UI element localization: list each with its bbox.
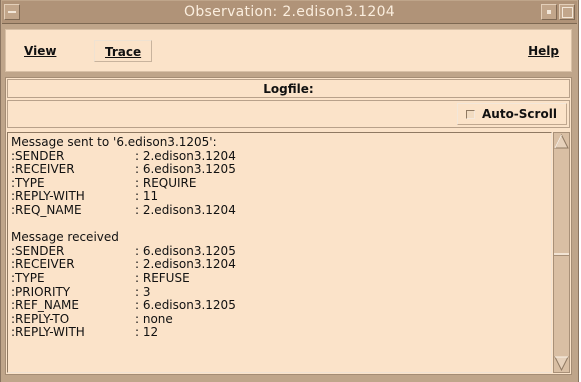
log-field-name: :PRIORITY	[11, 284, 71, 299]
log-field-name: :REPLY-TO	[11, 311, 70, 326]
maximize-icon	[562, 7, 573, 18]
arrow-down-icon[interactable]	[554, 356, 569, 371]
menu-view[interactable]: View	[14, 40, 66, 62]
log-field-value: : 11	[135, 189, 159, 204]
menu-trace-label: Trace	[105, 45, 142, 59]
log-field-name: :SENDER	[11, 148, 65, 163]
log-field-name: :SENDER	[11, 243, 65, 258]
auto-scroll-checkbox[interactable]	[466, 110, 475, 119]
title-bar[interactable]: Observation: 2.edison3.1204	[2, 1, 577, 24]
menu-help-label: Help	[528, 44, 559, 58]
log-field-name: :RECEIVER	[11, 162, 75, 177]
log-field-value: : 6.edison3.1205	[135, 162, 236, 177]
log-field-name: :REPLY-WITH	[11, 189, 85, 204]
maximize-button[interactable]	[559, 4, 575, 20]
log-text-area[interactable]: Message sent to '6.edison3.1205'::SENDER…	[7, 132, 552, 373]
minimize-icon	[547, 10, 551, 14]
menu-view-label: View	[24, 44, 57, 58]
log-message-header: Message received	[11, 230, 119, 245]
arrow-up-icon[interactable]	[554, 134, 569, 149]
observation-window: Observation: 2.edison3.1204 View Trace H…	[0, 0, 579, 382]
auto-scroll-label: Auto-Scroll	[482, 107, 557, 121]
log-scrollbar[interactable]	[553, 132, 570, 373]
log-field-name: :TYPE	[11, 270, 45, 285]
logfile-panel: Logfile: Auto-Scroll Message sent to '6.…	[5, 77, 572, 375]
log-field-name: :REQ_NAME	[11, 202, 82, 217]
log-field-value: : REQUIRE	[135, 175, 197, 190]
log-field-value: : none	[135, 311, 173, 326]
log-field-value: : 6.edison3.1205	[135, 298, 236, 313]
log-field-value: : 12	[135, 325, 159, 340]
log-field-value: : 2.edison3.1204	[135, 148, 236, 163]
menu-help[interactable]: Help	[518, 40, 569, 62]
log-field-value: : 3	[135, 284, 151, 299]
menu-trace[interactable]: Trace	[94, 40, 153, 62]
window-title: Observation: 2.edison3.1204	[184, 4, 395, 20]
minimize-button[interactable]	[541, 4, 557, 20]
log-field-value: : 6.edison3.1205	[135, 243, 236, 258]
auto-scroll-toggle[interactable]: Auto-Scroll	[457, 103, 567, 125]
log-field-value: : 2.edison3.1204	[135, 202, 236, 217]
log-field-name: :TYPE	[11, 175, 45, 190]
scroll-thumb[interactable]	[554, 253, 569, 256]
logfile-heading: Logfile:	[7, 79, 570, 98]
log-field-value: : REFUSE	[135, 270, 190, 285]
menu-bar: View Trace Help	[5, 29, 572, 72]
log-field-name: :REPLY-WITH	[11, 325, 85, 340]
log-message-header: Message sent to '6.edison3.1205':	[11, 135, 217, 149]
log-field-name: :REF_NAME	[11, 298, 79, 313]
log-field-value: : 2.edison3.1204	[135, 257, 236, 272]
autoscroll-row: Auto-Scroll	[7, 100, 570, 128]
log-field-name: :RECEIVER	[11, 257, 75, 272]
